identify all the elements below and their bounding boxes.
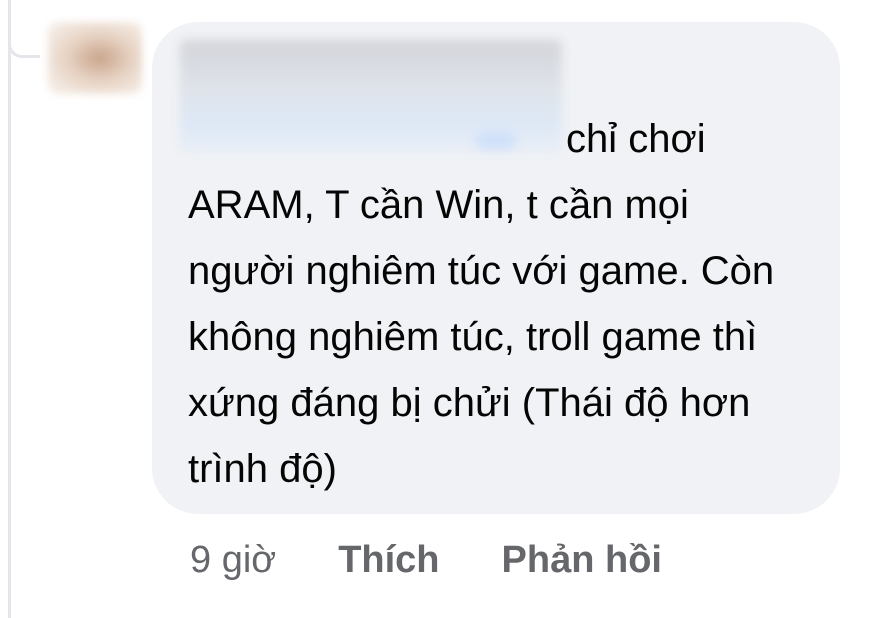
comment-timestamp[interactable]: 9 giờ: [190, 539, 276, 582]
reply-button[interactable]: Phản hồi: [502, 539, 662, 582]
thread-curve: [8, 0, 40, 58]
thread-connector-line: [0, 0, 40, 618]
like-button[interactable]: Thích: [338, 539, 439, 582]
comment-text: chỉ chơi ARAM, T cần Win, t cần mọi ngườ…: [188, 117, 775, 491]
thread-vertical-line: [8, 0, 11, 618]
comment-actions: 9 giờ Thích Phản hồi: [190, 530, 662, 590]
avatar[interactable]: [48, 22, 142, 94]
